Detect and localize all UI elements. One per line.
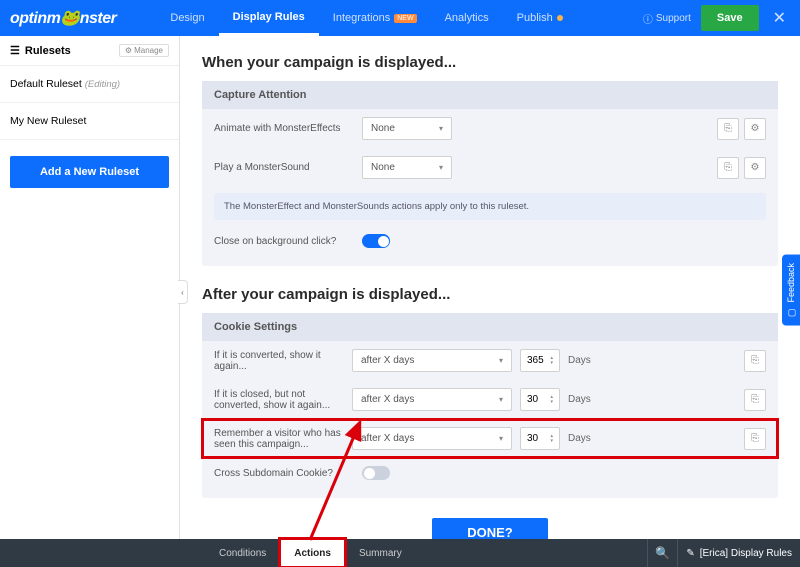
- publish-dot-icon: [557, 15, 563, 21]
- cross-sub-toggle[interactable]: [362, 466, 390, 480]
- campaign-info[interactable]: ✎[Erica] Display Rules: [677, 539, 800, 567]
- tab-conditions[interactable]: Conditions: [205, 539, 280, 567]
- closed-days-input[interactable]: 30▴▾: [520, 388, 560, 411]
- save-button[interactable]: Save: [701, 5, 759, 31]
- list-icon: ☰: [10, 44, 20, 57]
- closed-label: If it is closed, but not converted, show…: [214, 389, 344, 411]
- sidebar: ☰Rulesets ⚙Manage Default Ruleset (Editi…: [0, 36, 180, 539]
- closed-mode-select[interactable]: after X days▾: [352, 388, 512, 411]
- copy-icon[interactable]: ⎘: [717, 118, 739, 140]
- pencil-icon: ✎: [686, 548, 694, 559]
- panel-header: Capture Attention: [202, 81, 778, 109]
- feedback-tab[interactable]: ▢Feedback: [782, 255, 800, 326]
- chevron-down-icon: ▾: [439, 124, 443, 133]
- tab-actions[interactable]: Actions: [280, 539, 345, 567]
- section1-title: When your campaign is displayed...: [202, 54, 778, 71]
- top-nav: Design Display Rules IntegrationsNEW Ana…: [156, 0, 576, 36]
- remember-mode-select[interactable]: after X days▾: [352, 427, 512, 450]
- chevron-down-icon: ▾: [499, 395, 503, 404]
- close-icon[interactable]: ✕: [769, 8, 790, 28]
- copy-icon[interactable]: ⎘: [744, 428, 766, 450]
- nav-design[interactable]: Design: [156, 0, 218, 36]
- nav-publish[interactable]: Publish: [503, 0, 577, 36]
- support-link[interactable]: ⓘSupport: [643, 11, 691, 26]
- nav-integrations[interactable]: IntegrationsNEW: [319, 0, 431, 36]
- cross-sub-label: Cross Subdomain Cookie?: [214, 468, 354, 479]
- sidebar-title: ☰Rulesets: [10, 44, 71, 57]
- gear-icon[interactable]: ⚙: [744, 157, 766, 179]
- collapse-handle[interactable]: ‹: [178, 280, 188, 304]
- search-icon[interactable]: 🔍: [647, 539, 677, 567]
- remember-label: Remember a visitor who has seen this cam…: [214, 428, 344, 450]
- remember-days-input[interactable]: 30▴▾: [520, 427, 560, 450]
- new-badge: NEW: [394, 14, 416, 23]
- close-bg-label: Close on background click?: [214, 236, 354, 247]
- chevron-down-icon: ▾: [439, 163, 443, 172]
- chat-icon: ▢: [786, 308, 796, 318]
- gear-icon[interactable]: ⚙: [744, 118, 766, 140]
- top-bar: optinm🐸nster Design Display Rules Integr…: [0, 0, 800, 36]
- tab-summary[interactable]: Summary: [345, 539, 416, 567]
- nav-analytics[interactable]: Analytics: [431, 0, 503, 36]
- chevron-down-icon: ▾: [499, 434, 503, 443]
- gear-icon: ⚙: [125, 46, 132, 55]
- sound-select[interactable]: None▾: [362, 156, 452, 179]
- bottom-bar: Conditions Actions Summary 🔍 ✎[Erica] Di…: [0, 539, 800, 567]
- animate-label: Animate with MonsterEffects: [214, 123, 354, 134]
- done-button[interactable]: DONE? Go To Summary: [432, 518, 549, 539]
- close-bg-toggle[interactable]: [362, 234, 390, 248]
- converted-label: If it is converted, show it again...: [214, 350, 344, 372]
- cookie-settings-panel: Cookie Settings If it is converted, show…: [202, 313, 778, 498]
- nav-display-rules[interactable]: Display Rules: [219, 0, 319, 36]
- chevron-down-icon: ▾: [499, 356, 503, 365]
- animate-select[interactable]: None▾: [362, 117, 452, 140]
- manage-button[interactable]: ⚙Manage: [119, 44, 169, 57]
- ruleset-item-new[interactable]: My New Ruleset: [0, 103, 179, 140]
- converted-days-input[interactable]: 365▴▾: [520, 349, 560, 372]
- copy-icon[interactable]: ⎘: [717, 157, 739, 179]
- content-area: When your campaign is displayed... Captu…: [180, 36, 800, 539]
- capture-attention-panel: Capture Attention Animate with MonsterEf…: [202, 81, 778, 266]
- section2-title: After your campaign is displayed...: [202, 286, 778, 303]
- note-box: The MonsterEffect and MonsterSounds acti…: [214, 193, 766, 220]
- logo: optinm🐸nster: [10, 8, 116, 28]
- copy-icon[interactable]: ⎘: [744, 350, 766, 372]
- add-ruleset-button[interactable]: Add a New Ruleset: [10, 156, 169, 188]
- converted-mode-select[interactable]: after X days▾: [352, 349, 512, 372]
- copy-icon[interactable]: ⎘: [744, 389, 766, 411]
- ruleset-item-default[interactable]: Default Ruleset (Editing): [0, 66, 179, 103]
- help-icon: ⓘ: [643, 11, 653, 26]
- sound-label: Play a MonsterSound: [214, 162, 354, 173]
- panel-header: Cookie Settings: [202, 313, 778, 341]
